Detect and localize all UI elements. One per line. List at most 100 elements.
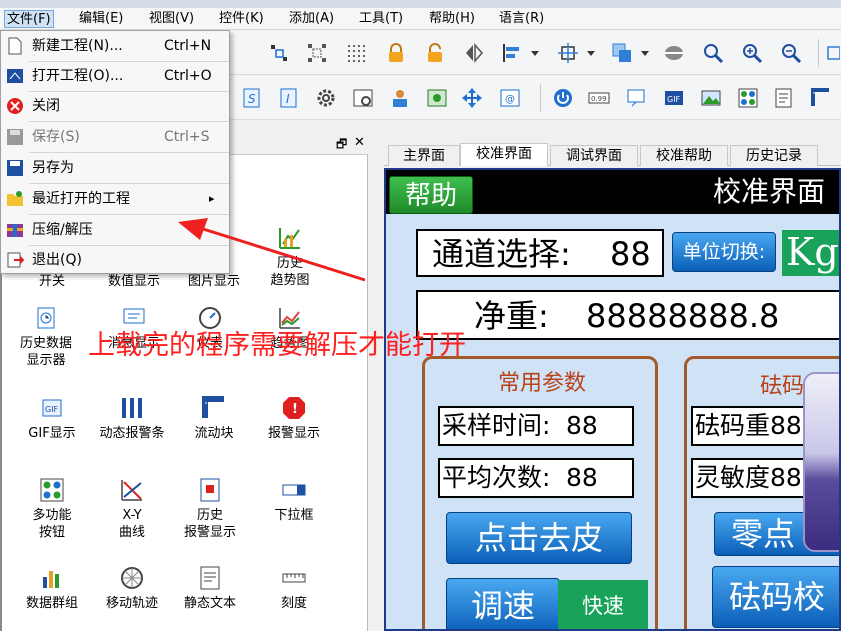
script-icon[interactable]: S (240, 86, 264, 110)
tool-static-text[interactable]: 静态文本 (168, 565, 252, 612)
sample-time-box: 采样时间: 88 (438, 406, 634, 446)
design-canvas[interactable]: 帮助 校准界面 通道选择: 88 单位切换: Kg 净重: 88888888.8… (384, 168, 841, 631)
align-left-icon[interactable] (500, 41, 524, 65)
history-icon[interactable] (772, 86, 796, 110)
slider-widget[interactable] (803, 372, 839, 552)
menu-file[interactable]: 文件(F) (4, 10, 54, 28)
window-icon[interactable] (826, 41, 840, 65)
screen-tabs: 主界面 校准界面 调试界面 校准帮助 历史记录 (384, 143, 841, 166)
menu-item-open-project[interactable]: 打开工程(O)... Ctrl+O (1, 61, 229, 91)
menu-item-close[interactable]: 关闭 (1, 91, 229, 121)
common-params-title: 常用参数 (498, 371, 587, 396)
tool-alarm-bar[interactable]: 动态报警条 (90, 395, 174, 442)
tool-number-display[interactable]: 数值显示 (92, 273, 176, 290)
motion-track-icon (121, 567, 143, 589)
menu-item-save[interactable]: 保存(S) Ctrl+S (1, 122, 229, 152)
layer-order-icon[interactable] (610, 41, 634, 65)
chevron-down-icon[interactable] (584, 41, 598, 65)
menu-item-save-as[interactable]: 另存为 (1, 153, 229, 183)
average-count-label: 平均次数: (442, 463, 551, 492)
tare-button[interactable]: 点击去皮 (446, 512, 632, 564)
unit-switch-button[interactable]: 单位切换: (672, 232, 776, 272)
menu-item-new-project[interactable]: 新建工程(N)... Ctrl+N (1, 31, 229, 61)
menu-add[interactable]: 添加(A) (287, 10, 336, 28)
screen-header: 帮助 校准界面 (386, 170, 839, 214)
net-weight-value: 88888888.8 (586, 297, 780, 335)
gear-icon[interactable] (314, 86, 338, 110)
zoom-in-icon[interactable] (740, 41, 764, 65)
scale-icon (282, 573, 306, 583)
image-library-icon[interactable] (351, 86, 375, 110)
close-icon[interactable]: ✕ (354, 135, 365, 150)
tab-history[interactable]: 历史记录 (730, 145, 818, 166)
menu-view[interactable]: 视图(V) (147, 10, 196, 28)
tab-calibration-help[interactable]: 校准帮助 (640, 145, 728, 166)
tool-alarm-display[interactable]: ! 报警显示 (252, 395, 336, 442)
gif-tool-icon[interactable]: GIF (662, 86, 686, 110)
user-icon[interactable] (388, 86, 412, 110)
average-count-box: 平均次数: 88 (438, 458, 634, 498)
tool-switch[interactable]: 开关 (10, 273, 94, 290)
power-icon[interactable] (551, 86, 575, 110)
tab-calibration[interactable]: 校准界面 (460, 143, 548, 166)
tool-history-data[interactable]: 历史数据 显示器 (4, 305, 88, 369)
calibrate-weight-button[interactable]: 砝码校 (712, 566, 839, 628)
numeric-input-icon[interactable]: 0.99 (587, 86, 611, 110)
chevron-down-icon[interactable] (638, 41, 652, 65)
screen-title: 校准界面 (712, 175, 825, 208)
help-button[interactable]: 帮助 (389, 176, 473, 214)
address-icon[interactable]: @ (498, 86, 522, 110)
select-node-icon[interactable] (267, 41, 291, 65)
multi-function-icon[interactable] (736, 86, 760, 110)
tool-xy-curve[interactable]: X-Y 曲线 (90, 477, 174, 541)
tool-history-alarm[interactable]: 历史 报警显示 (168, 477, 252, 541)
menu-edit[interactable]: 编辑(E) (77, 10, 125, 28)
toolbar-separator (818, 39, 819, 67)
flip-icon[interactable] (462, 41, 486, 65)
move-icon[interactable] (460, 86, 484, 110)
lock-icon[interactable] (384, 41, 408, 65)
info-script-icon[interactable]: I (277, 86, 301, 110)
speed-button[interactable]: 调速 (446, 578, 560, 629)
tool-scale[interactable]: 刻度 (252, 565, 336, 612)
tab-main[interactable]: 主界面 (388, 145, 460, 166)
new-file-icon (8, 37, 22, 55)
zoom-icon[interactable] (701, 41, 725, 65)
flow-icon[interactable] (809, 86, 833, 110)
annotation-text: 上载完的程序需要解压才能打开 (88, 330, 466, 361)
tab-debug[interactable]: 调试界面 (550, 145, 638, 166)
unit-value: Kg (782, 230, 839, 276)
split-icon[interactable] (662, 41, 686, 65)
grid-icon[interactable] (344, 41, 368, 65)
menu-controls[interactable]: 控件(K) (217, 10, 266, 28)
svg-text:S: S (248, 92, 256, 106)
tool-data-group[interactable]: 数据群组 (10, 565, 94, 612)
pin-icon[interactable]: 🗗 (336, 135, 347, 156)
menu-tools[interactable]: 工具(T) (357, 10, 405, 28)
chevron-down-icon[interactable] (528, 41, 542, 65)
center-icon[interactable] (556, 41, 580, 65)
net-weight-box: 净重: 88888888.8 (416, 290, 839, 340)
tool-gif[interactable]: GIF GIF显示 (10, 395, 94, 442)
speed-value: 快速 (558, 580, 648, 629)
sample-time-label: 采样时间: (442, 411, 551, 440)
static-text-icon (200, 566, 220, 590)
xy-curve-icon (121, 480, 142, 501)
unlock-icon[interactable] (423, 41, 447, 65)
tool-flow-block[interactable]: 流动块 (172, 395, 256, 442)
tool-dropdown-box[interactable]: 下拉框 (252, 477, 336, 524)
svg-text:GIF: GIF (45, 405, 59, 414)
landscape-icon[interactable] (699, 86, 723, 110)
menu-help[interactable]: 帮助(H) (427, 10, 477, 28)
tool-multi-button[interactable]: 多功能 按钮 (10, 477, 94, 541)
menu-language[interactable]: 语言(R) (497, 10, 546, 28)
alarm-bar-icon (122, 398, 142, 418)
tool-motion-track[interactable]: 移动轨迹 (90, 565, 174, 612)
annotation-arrow (178, 218, 366, 282)
flow-block-icon (202, 396, 224, 418)
open-project-icon (7, 69, 23, 83)
group-select-icon[interactable] (305, 41, 329, 65)
picture-icon[interactable] (425, 86, 449, 110)
zoom-out-icon[interactable] (779, 41, 803, 65)
message-icon[interactable] (625, 86, 649, 110)
